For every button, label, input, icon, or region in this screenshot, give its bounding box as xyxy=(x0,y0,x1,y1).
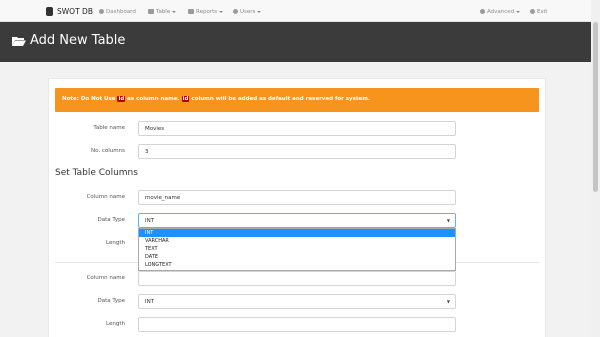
table-icon xyxy=(148,9,154,14)
length-label: Length xyxy=(106,321,125,327)
dropdown-option[interactable]: TEXT xyxy=(139,245,455,253)
nav-dashboard[interactable]: Dashboard xyxy=(99,7,136,16)
user-icon xyxy=(233,9,238,14)
nav-dashboard-label: Dashboard xyxy=(106,8,136,15)
chevron-down-icon xyxy=(172,10,177,13)
page-title: Add New Table xyxy=(12,33,125,48)
data-type-label: Data Type xyxy=(97,298,125,304)
page-title-text: Add New Table xyxy=(30,33,126,48)
nav-reports[interactable]: Reports xyxy=(188,7,224,16)
warning-alert-text: Note: Do Not Use id as column name. id c… xyxy=(62,96,370,102)
column-name-input[interactable] xyxy=(138,271,456,286)
length-input[interactable] xyxy=(138,317,456,332)
dashboard-icon xyxy=(99,9,104,14)
brand-name: SWOT DB xyxy=(57,6,93,16)
chevron-down-icon xyxy=(257,10,262,13)
alert-middle: as column name. xyxy=(125,96,182,102)
nav-exit[interactable]: Exit xyxy=(530,7,547,16)
nav-table[interactable]: Table xyxy=(148,7,177,16)
data-type-select[interactable]: INT ▼ xyxy=(138,213,456,228)
dropdown-option[interactable]: VARCHAR xyxy=(139,237,455,245)
chevron-down-icon xyxy=(219,10,224,13)
nav-table-label: Table xyxy=(156,8,171,15)
column-name-label: Column name xyxy=(86,275,125,281)
length-label: Length xyxy=(106,240,125,246)
folder-open-icon xyxy=(12,36,26,46)
dropdown-option[interactable]: DATE xyxy=(139,253,455,261)
alert-prefix: Note: Do Not Use xyxy=(62,96,118,102)
power-icon xyxy=(530,9,535,14)
nav-users[interactable]: Users xyxy=(233,7,262,16)
scrollbar-thumb[interactable] xyxy=(593,22,598,192)
gear-icon xyxy=(480,9,485,14)
dropdown-option[interactable]: INT xyxy=(139,229,455,237)
nav-advanced-label: Advanced xyxy=(487,8,515,15)
chevron-down-icon: ▼ xyxy=(446,218,450,223)
nav-exit-label: Exit xyxy=(537,8,548,15)
brand-logo[interactable]: SWOT DB xyxy=(46,5,93,17)
column-name-value: movie_name xyxy=(145,194,181,201)
no-columns-value: 3 xyxy=(145,148,149,155)
table-name-label: Table name xyxy=(93,125,125,131)
nav-reports-label: Reports xyxy=(196,8,218,15)
data-type-select[interactable]: INT ▼ xyxy=(138,294,456,309)
nav-users-label: Users xyxy=(240,8,256,15)
alert-suffix: column will be added as default and rese… xyxy=(189,96,371,102)
data-type-value: INT xyxy=(145,298,155,305)
table-name-value: Movies xyxy=(145,125,165,132)
column-name-label: Column name xyxy=(86,194,125,200)
dropdown-option[interactable]: LONGTEXT xyxy=(139,261,455,269)
reports-icon xyxy=(188,9,194,14)
database-icon xyxy=(46,6,53,16)
no-columns-label: No. columns xyxy=(91,148,125,154)
chevron-down-icon: ▼ xyxy=(446,299,450,304)
table-name-input[interactable]: Movies xyxy=(138,121,456,136)
no-columns-input[interactable]: 3 xyxy=(138,144,456,159)
data-type-label: Data Type xyxy=(97,217,125,223)
column-name-input[interactable]: movie_name xyxy=(138,190,456,205)
nav-advanced[interactable]: Advanced xyxy=(480,7,521,16)
chevron-down-icon xyxy=(516,10,521,13)
section-title: Set Table Columns xyxy=(55,168,138,178)
data-type-value: INT xyxy=(145,217,155,224)
